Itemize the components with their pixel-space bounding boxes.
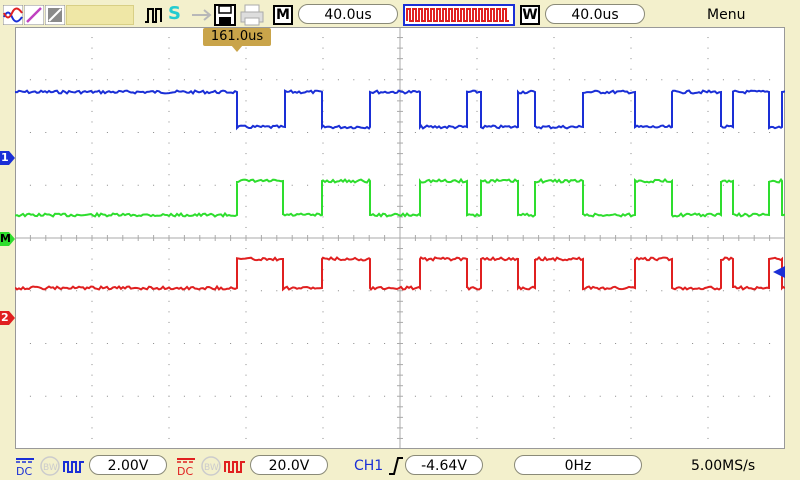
svg-text:DC: DC (16, 465, 32, 477)
stop-status: S (168, 3, 181, 24)
ch2-probe-icon[interactable] (224, 456, 246, 476)
time-mode-badge[interactable]: M (273, 5, 293, 25)
math-marker[interactable]: M (0, 232, 15, 246)
ch1-volts-display[interactable]: 2.00V (89, 455, 167, 475)
window-time-display[interactable]: 40.0us (545, 4, 645, 24)
blank-slot (66, 5, 134, 25)
trigger-source-label[interactable]: CH1 (354, 458, 383, 474)
waveform-display[interactable] (15, 27, 785, 449)
ch2-marker[interactable]: 2 (0, 311, 15, 325)
ch2-volts-display[interactable]: 20.0V (250, 455, 328, 475)
save-icon[interactable] (214, 4, 236, 26)
menu-button[interactable]: Menu (707, 7, 745, 23)
ch1-probe-icon[interactable] (63, 456, 85, 476)
time-base-display[interactable]: 40.0us (298, 4, 398, 24)
ch1-bw-limit-icon[interactable]: BW (39, 455, 61, 477)
math-marker-label: M (0, 232, 11, 245)
gray-icon[interactable] (45, 5, 65, 25)
waveform-icon[interactable] (3, 5, 23, 25)
ch2-bw-limit-icon[interactable]: BW (200, 455, 222, 477)
print-icon[interactable] (240, 4, 264, 26)
cursor-icon[interactable] (24, 5, 44, 25)
link-icon (192, 9, 212, 21)
ch1-dc-coupling-icon[interactable]: DC (14, 455, 36, 477)
bottom-status-bar: DC BW 2.00V DC BW 20.0V CH1 -4.64V 0Hz 5… (0, 450, 800, 480)
ch2-marker-label: 2 (1, 311, 9, 324)
svg-text:DC: DC (177, 465, 193, 477)
ch1-marker-label: 1 (1, 151, 9, 164)
svg-text:BW: BW (204, 463, 219, 473)
svg-text:BW: BW (43, 463, 58, 473)
window-waveform-icon[interactable] (403, 4, 515, 26)
run-icon[interactable] (144, 6, 164, 24)
trigger-position-badge[interactable]: 161.0us (203, 28, 271, 46)
rising-edge-icon[interactable] (388, 456, 404, 476)
window-badge[interactable]: W (520, 5, 540, 25)
trigger-position-arrow (231, 45, 243, 52)
ch2-dc-coupling-icon[interactable]: DC (175, 455, 197, 477)
top-toolbar: S M 40.0us W 40.0us Menu (0, 0, 800, 30)
frequency-display[interactable]: 0Hz (514, 455, 642, 475)
ch1-marker[interactable]: 1 (0, 151, 15, 165)
sample-rate-label: 5.00MS/s (691, 458, 756, 474)
trigger-level-display[interactable]: -4.64V (405, 455, 483, 475)
